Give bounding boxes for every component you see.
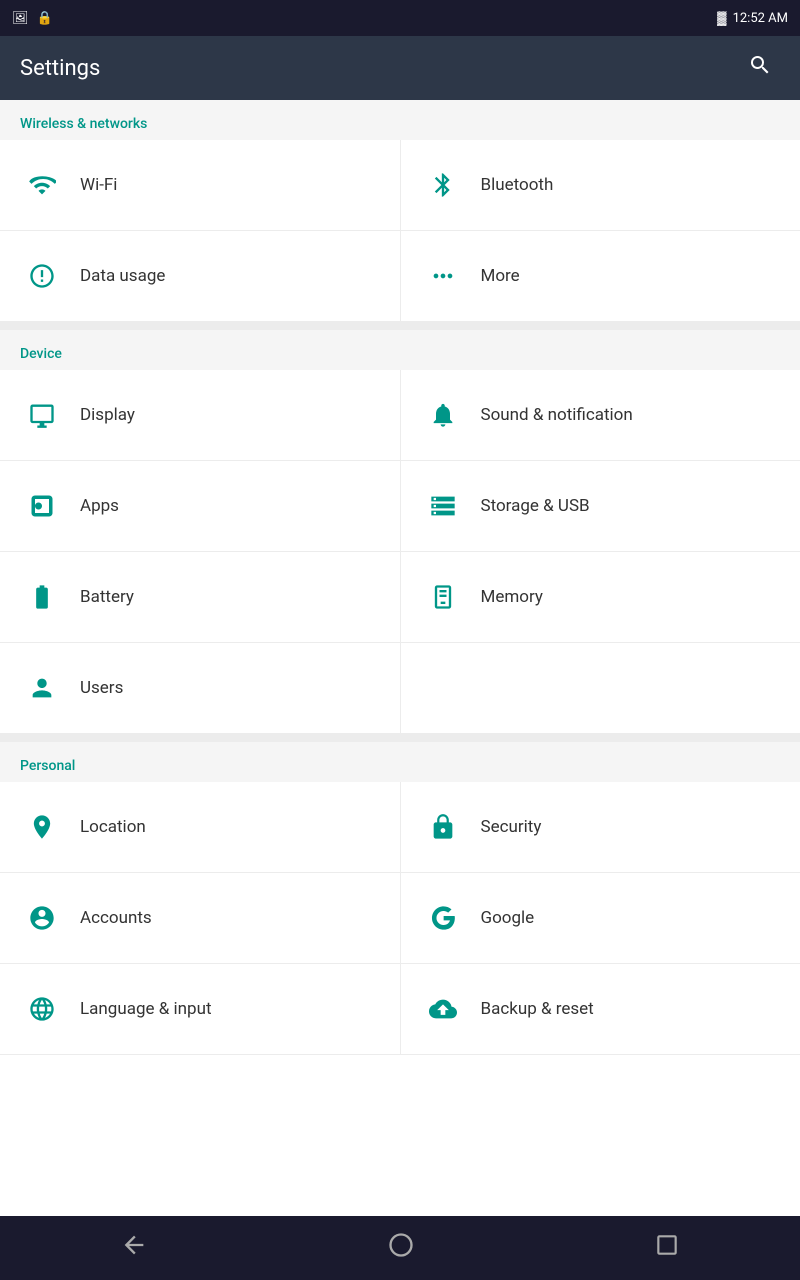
row-users: Users — [0, 643, 800, 734]
settings-item-sound[interactable]: Sound & notification — [401, 370, 800, 460]
lock-icon: 🔒 — [37, 11, 53, 26]
battery-status-icon: ▓ — [717, 10, 726, 26]
row-data-more: Data usage More — [0, 231, 800, 322]
settings-item-language[interactable]: Language & input — [0, 964, 401, 1054]
wireless-section: Wi-Fi Bluetooth Data usage More — [0, 140, 800, 322]
security-icon — [421, 805, 465, 849]
personal-section: Location Security Accounts Googl — [0, 782, 800, 1055]
battery-icon — [20, 575, 64, 619]
row-display-sound: Display Sound & notification — [0, 370, 800, 461]
settings-item-memory[interactable]: Memory — [401, 552, 800, 642]
settings-item-bluetooth[interactable]: Bluetooth — [401, 140, 800, 230]
row-battery-memory: Battery Memory — [0, 552, 800, 643]
status-bar: 🖼 🔒 ▓ 12:52 AM — [0, 0, 800, 36]
security-label: Security — [481, 817, 542, 837]
users-icon — [20, 666, 64, 710]
settings-item-wifi[interactable]: Wi-Fi — [0, 140, 401, 230]
data-usage-label: Data usage — [80, 266, 165, 286]
row-apps-storage: Apps Storage & USB — [0, 461, 800, 552]
divider-wireless-device — [0, 322, 800, 330]
settings-item-battery[interactable]: Battery — [0, 552, 401, 642]
memory-label: Memory — [481, 587, 543, 607]
bottom-nav — [0, 1216, 800, 1280]
accounts-icon — [20, 896, 64, 940]
settings-item-storage[interactable]: Storage & USB — [401, 461, 800, 551]
back-button[interactable] — [90, 1221, 178, 1275]
settings-item-apps[interactable]: Apps — [0, 461, 401, 551]
settings-item-users[interactable]: Users — [0, 643, 401, 733]
row-language-backup: Language & input Backup & reset — [0, 964, 800, 1055]
display-icon — [20, 393, 64, 437]
home-button[interactable] — [357, 1221, 445, 1275]
settings-item-google[interactable]: Google — [401, 873, 800, 963]
time-display: 12:52 AM — [733, 11, 788, 26]
wireless-section-header: Wireless & networks — [0, 100, 800, 140]
wifi-icon — [20, 163, 64, 207]
settings-item-more[interactable]: More — [401, 231, 800, 321]
settings-item-backup[interactable]: Backup & reset — [401, 964, 800, 1054]
accounts-label: Accounts — [80, 908, 152, 928]
google-icon — [421, 896, 465, 940]
settings-item-data-usage[interactable]: Data usage — [0, 231, 401, 321]
apps-icon — [20, 484, 64, 528]
settings-content: Wireless & networks Wi-Fi Bluetooth — [0, 100, 800, 1216]
apps-label: Apps — [80, 496, 119, 516]
storage-icon — [421, 484, 465, 528]
display-label: Display — [80, 405, 135, 425]
image-icon: 🖼 — [12, 11, 29, 26]
settings-item-location[interactable]: Location — [0, 782, 401, 872]
status-bar-left: 🖼 🔒 — [12, 11, 53, 26]
row-location-security: Location Security — [0, 782, 800, 873]
device-section: Display Sound & notification Apps — [0, 370, 800, 734]
more-icon — [421, 254, 465, 298]
google-label: Google — [481, 908, 535, 928]
search-button[interactable] — [740, 45, 780, 91]
storage-label: Storage & USB — [481, 496, 590, 516]
row-wifi-bluetooth: Wi-Fi Bluetooth — [0, 140, 800, 231]
battery-label: Battery — [80, 587, 134, 607]
app-bar: Settings — [0, 36, 800, 100]
personal-section-header: Personal — [0, 742, 800, 782]
backup-label: Backup & reset — [481, 999, 594, 1019]
page-title: Settings — [20, 56, 100, 81]
memory-icon — [421, 575, 465, 619]
wifi-label: Wi-Fi — [80, 175, 117, 195]
status-bar-right: ▓ 12:52 AM — [717, 10, 788, 26]
more-label: More — [481, 266, 520, 286]
bluetooth-icon — [421, 163, 465, 207]
sound-label: Sound & notification — [481, 405, 633, 425]
users-label: Users — [80, 678, 123, 698]
language-icon — [20, 987, 64, 1031]
sound-icon — [421, 393, 465, 437]
settings-item-accounts[interactable]: Accounts — [0, 873, 401, 963]
row-accounts-google: Accounts Google — [0, 873, 800, 964]
divider-device-personal — [0, 734, 800, 742]
location-label: Location — [80, 817, 146, 837]
bluetooth-label: Bluetooth — [481, 175, 554, 195]
backup-icon — [421, 987, 465, 1031]
recents-button[interactable] — [624, 1222, 710, 1274]
settings-item-security[interactable]: Security — [401, 782, 800, 872]
location-icon — [20, 805, 64, 849]
settings-item-display[interactable]: Display — [0, 370, 401, 460]
language-label: Language & input — [80, 999, 212, 1019]
data-usage-icon — [20, 254, 64, 298]
device-section-header: Device — [0, 330, 800, 370]
